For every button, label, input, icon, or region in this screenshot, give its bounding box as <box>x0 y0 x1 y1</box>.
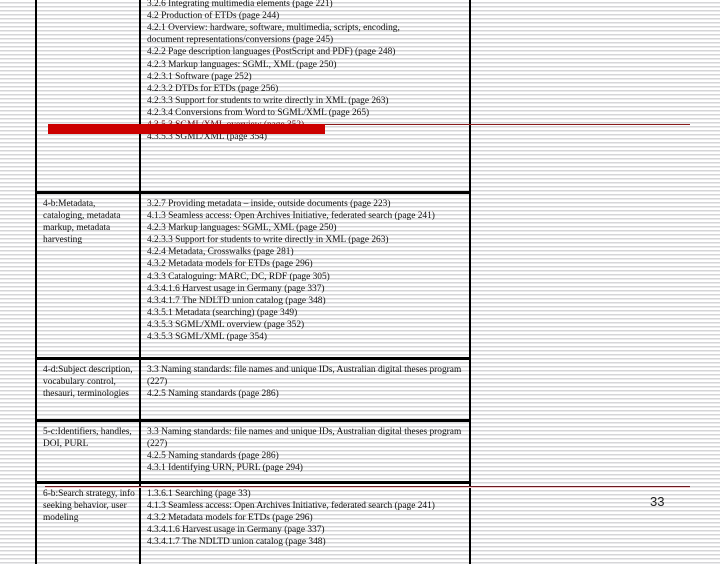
reference-item: 4.3.4.1.7 The NDLTD union catalog (page … <box>147 295 326 306</box>
topic-cell: 4-b:Metadata, cataloging, metadata marku… <box>37 194 141 357</box>
slide-number: 33 <box>650 494 665 509</box>
reference-item: 4.2.2 Page description languages (PostSc… <box>147 47 396 58</box>
reference-item: 4.2.5 Naming standards (page 286) <box>147 389 279 400</box>
references-cell: 3.3 Naming standards: file names and uni… <box>141 422 469 481</box>
reference-item: 3.2.6 Integrating multimedia elements (p… <box>147 0 333 10</box>
references-cell: 3.3 Naming standards: file names and uni… <box>141 360 469 419</box>
reference-item: 4.2 Production of ETDs (page 244) <box>147 11 280 22</box>
table-row: 3.2.5 Selecting and converting (page 2??… <box>37 0 469 194</box>
reference-item: 4.2.3.3 Support for students to write di… <box>147 235 389 246</box>
topic-text: 5-c:Identifiers, handles, DOI, PURL <box>43 427 132 450</box>
reference-item: 4.3.3 Cataloguing: MARC, DC, RDF (page 3… <box>147 271 330 282</box>
reference-item: 4.1.3 Seamless access: Open Archives Ini… <box>147 211 435 222</box>
references-cell: 3.2.7 Providing metadata – inside, outsi… <box>141 194 469 357</box>
reference-item: 4.2.3 Markup languages: SGML, XML (page … <box>147 223 337 234</box>
references-cell: 3.2.5 Selecting and converting (page 2??… <box>141 0 469 191</box>
reference-item: 4.2.3.1 Software (page 252) <box>147 71 252 82</box>
reference-item: 1.3.6.1 Searching (page 33) <box>147 489 251 499</box>
reference-item: 4.3.5.3 SGML/XML overview (page 352) <box>147 319 305 330</box>
topic-text: 4-b:Metadata, cataloging, metadata marku… <box>43 199 121 246</box>
reference-item: 4.3.4.1.6 Harvest usage in Germany (page… <box>147 283 325 294</box>
topic-text: 4-d:Subject description, vocabulary cont… <box>43 365 133 400</box>
reference-item: 4.2.1 Overview: hardware, software, mult… <box>147 23 400 34</box>
topic-cell: 5-c:Identifiers, handles, DOI, PURL <box>37 422 141 481</box>
topic-cell: 6-b:Search strategy, info seeking behavi… <box>37 484 141 564</box>
reference-item: 4.2.3 Markup languages: SGML, XML (page … <box>147 59 337 70</box>
reference-item: 4.1.3 Seamless access: Open Archives Ini… <box>147 501 435 512</box>
decorative-rule-bottom <box>45 486 690 487</box>
reference-item: 3.2.7 Providing metadata – inside, outsi… <box>147 199 391 209</box>
reference-item: 4.2.5 Naming standards (page 286) <box>147 451 279 462</box>
topic-text: 6-b:Search strategy, info seeking behavi… <box>43 489 135 524</box>
decorative-red-bar <box>48 124 325 134</box>
reference-item: 4.3.5.3 SGML/XML (page 354) <box>147 332 267 343</box>
topic-cell <box>37 0 141 191</box>
references-cell: 1.3.6.1 Searching (page 33) 4.1.3 Seamle… <box>141 484 469 564</box>
table-row: 6-b:Search strategy, info seeking behavi… <box>37 484 469 564</box>
curriculum-mapping-table: 3.2.5 Selecting and converting (page 2??… <box>35 0 471 564</box>
reference-item: 4.3.2 Metadata models for ETDs (page 296… <box>147 259 313 270</box>
reference-item: 4.2.3.3 Support for students to write di… <box>147 95 389 106</box>
reference-item: 4.3.4.1.7 The NDLTD union catalog (page … <box>147 537 326 548</box>
reference-item: 4.3.4.1.6 Harvest usage in Germany (page… <box>147 525 325 536</box>
table-row: 4-d:Subject description, vocabulary cont… <box>37 360 469 422</box>
reference-item: 3.3 Naming standards: file names and uni… <box>147 427 462 450</box>
reference-item: 4.2.3.4 Conversions from Word to SGML/XM… <box>147 107 370 118</box>
reference-item: 3.3 Naming standards: file names and uni… <box>147 365 462 388</box>
reference-item: 4.3.5.1 Metadata (searching) (page 349) <box>147 307 298 318</box>
table-row: 5-c:Identifiers, handles, DOI, PURL 3.3 … <box>37 422 469 484</box>
reference-item: 4.2.4 Metadata, Crosswalks (page 281) <box>147 247 294 258</box>
reference-item: 4.3.1 Identifying URN, PURL (page 294) <box>147 463 303 474</box>
reference-item: 4.3.2 Metadata models for ETDs (page 296… <box>147 513 313 524</box>
reference-item: 4.2.3.2 DTDs for ETDs (page 256) <box>147 83 279 94</box>
topic-cell: 4-d:Subject description, vocabulary cont… <box>37 360 141 419</box>
decorative-rule-top <box>325 124 690 125</box>
table-row: 4-b:Metadata, cataloging, metadata marku… <box>37 194 469 360</box>
reference-item: document representations/conversions (pa… <box>147 35 334 46</box>
